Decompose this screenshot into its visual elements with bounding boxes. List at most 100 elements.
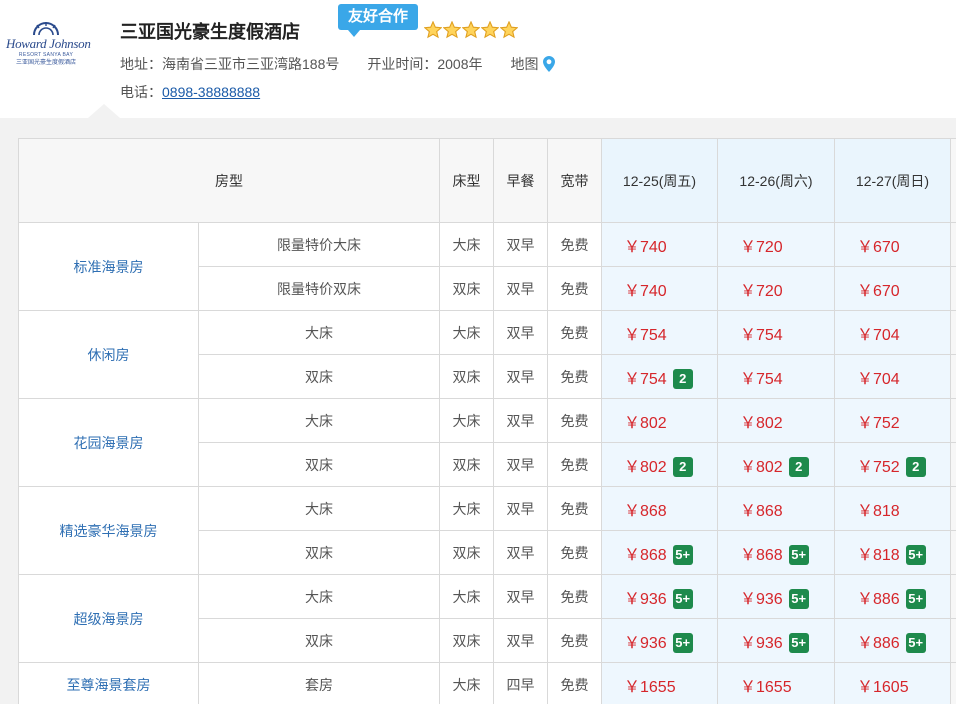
price-cell[interactable]: ￥802 <box>601 398 718 443</box>
map-label: 地图 <box>510 56 539 72</box>
room-variant: 大床 <box>198 574 440 619</box>
price-value: ￥868 <box>740 546 783 564</box>
price-value: ￥868 <box>624 546 667 564</box>
broadband-cell: 免费 <box>547 574 602 619</box>
price-cell[interactable]: ￥802 2 <box>717 442 835 487</box>
hotel-name[interactable]: 三亚国光豪生度假酒店 <box>120 18 300 44</box>
bed-type-cell: 双床 <box>439 266 494 311</box>
price-value: ￥886 <box>857 590 900 608</box>
price-value: ￥802 <box>624 414 667 432</box>
rooms-left-badge: 5+ <box>905 588 926 609</box>
rooms-left-badge: 5+ <box>672 588 693 609</box>
price-cell[interactable]: ￥754 <box>601 310 718 355</box>
price-value: ￥670 <box>857 282 900 300</box>
broadband-cell: 免费 <box>547 486 602 531</box>
room-type-link[interactable]: 花园海景房 <box>18 398 199 487</box>
bed-type-cell: 双床 <box>439 618 494 663</box>
room-variant: 限量特价大床 <box>198 222 440 267</box>
logo-subtitle: RESORT SANYA BAY <box>18 52 74 58</box>
price-cell[interactable]: ￥936 5+ <box>601 618 718 663</box>
header-date-1: 12-25(周五) <box>601 138 718 223</box>
broadband-cell: 免费 <box>547 398 602 443</box>
price-value: ￥868 <box>624 502 667 520</box>
header-date-2: 12-26(周六) <box>717 138 835 223</box>
price-cell[interactable]: ￥818 <box>834 486 951 531</box>
price-cell[interactable]: ￥704 <box>834 310 951 355</box>
price-cell[interactable]: ￥670 <box>834 266 951 311</box>
price-cell[interactable]: ￥720 <box>717 222 835 267</box>
opening-value: 2008年 <box>437 56 483 72</box>
price-value: ￥740 <box>624 238 667 256</box>
price-cell[interactable]: ￥754 <box>717 354 835 399</box>
price-cell[interactable]: ￥868 <box>601 486 718 531</box>
room-variant: 大床 <box>198 310 440 355</box>
price-value: ￥936 <box>624 634 667 652</box>
address-label: 地址： <box>120 56 162 72</box>
rooms-left-badge: 5+ <box>672 544 693 565</box>
bed-type-cell: 双床 <box>439 442 494 487</box>
overflow-cell <box>950 442 956 487</box>
price-value: ￥818 <box>857 546 900 564</box>
map-pin-icon[interactable] <box>542 56 555 72</box>
room-type-link[interactable]: 精选豪华海景房 <box>18 486 199 575</box>
price-cell[interactable]: ￥754 2 <box>601 354 718 399</box>
price-cell[interactable]: ￥818 5+ <box>834 530 951 575</box>
price-cell[interactable]: ￥886 5+ <box>834 574 951 619</box>
price-cell[interactable]: ￥1655 <box>717 662 835 704</box>
breakfast-cell: 双早 <box>493 618 548 663</box>
price-cell[interactable]: ￥868 <box>717 486 835 531</box>
price-cell[interactable]: ￥936 5+ <box>717 574 835 619</box>
price-cell[interactable]: ￥868 5+ <box>717 530 835 575</box>
price-cell[interactable]: ￥670 <box>834 222 951 267</box>
table-row: 花园海景房 大床 大床 双早 免费 ￥802 ￥802 ￥752 <box>18 398 956 487</box>
hotel-info-line: 地址：海南省三亚市三亚湾路188号 开业时间：2008年 地图 <box>120 54 555 74</box>
price-value: ￥754 <box>740 326 783 344</box>
header-date-3: 12-27(周日) <box>834 138 951 223</box>
price-cell[interactable]: ￥802 <box>717 398 835 443</box>
breakfast-cell: 双早 <box>493 266 548 311</box>
price-value: ￥868 <box>740 502 783 520</box>
breakfast-cell: 双早 <box>493 486 548 531</box>
price-cell[interactable]: ￥752 <box>834 398 951 443</box>
price-cell[interactable]: ￥740 <box>601 266 718 311</box>
price-value: ￥886 <box>857 634 900 652</box>
breakfast-cell: 双早 <box>493 398 548 443</box>
breakfast-cell: 双早 <box>493 574 548 619</box>
price-cell[interactable]: ￥1605 <box>834 662 951 704</box>
price-cell[interactable]: ￥1655 <box>601 662 718 704</box>
price-cell[interactable]: ￥740 <box>601 222 718 267</box>
price-cell[interactable]: ￥752 2 <box>834 442 951 487</box>
bed-type-cell: 双床 <box>439 530 494 575</box>
table-header-row: 房型 床型 早餐 宽带 12-25(周五) 12-26(周六) 12-27(周日… <box>18 138 956 223</box>
price-cell[interactable]: ￥754 <box>717 310 835 355</box>
breakfast-cell: 双早 <box>493 354 548 399</box>
price-value: ￥720 <box>740 282 783 300</box>
bed-type-cell: 大床 <box>439 398 494 443</box>
star-icon <box>462 21 480 39</box>
price-value: ￥704 <box>857 370 900 388</box>
overflow-cell <box>950 574 956 619</box>
price-cell[interactable]: ￥886 5+ <box>834 618 951 663</box>
room-type-link[interactable]: 至尊海景套房 <box>18 662 199 704</box>
room-type-link[interactable]: 标准海景房 <box>18 222 199 311</box>
star-icon <box>424 21 442 39</box>
room-variant: 双床 <box>198 530 440 575</box>
price-cell[interactable]: ￥936 5+ <box>601 574 718 619</box>
map-link[interactable]: 地图 <box>511 54 555 74</box>
price-cell[interactable]: ￥868 5+ <box>601 530 718 575</box>
room-type-link[interactable]: 休闲房 <box>18 310 199 399</box>
phone-link[interactable]: 0898-38888888 <box>162 84 260 100</box>
price-cell[interactable]: ￥720 <box>717 266 835 311</box>
logo-brand-name: Howard Johnson <box>6 36 91 51</box>
price-value: ￥802 <box>624 458 667 476</box>
room-type-link[interactable]: 超级海景房 <box>18 574 199 663</box>
price-value: ￥754 <box>740 370 783 388</box>
broadband-cell: 免费 <box>547 310 602 355</box>
price-cell[interactable]: ￥936 5+ <box>717 618 835 663</box>
price-value: ￥754 <box>624 326 667 344</box>
phone-line: 电话：0898-38888888 <box>120 82 260 102</box>
price-cell[interactable]: ￥802 2 <box>601 442 718 487</box>
broadband-cell: 免费 <box>547 222 602 267</box>
table-row: 至尊海景套房 套房 大床 四早 免费 ￥1655 ￥1655 ￥1605 <box>18 662 956 704</box>
price-cell[interactable]: ￥704 <box>834 354 951 399</box>
